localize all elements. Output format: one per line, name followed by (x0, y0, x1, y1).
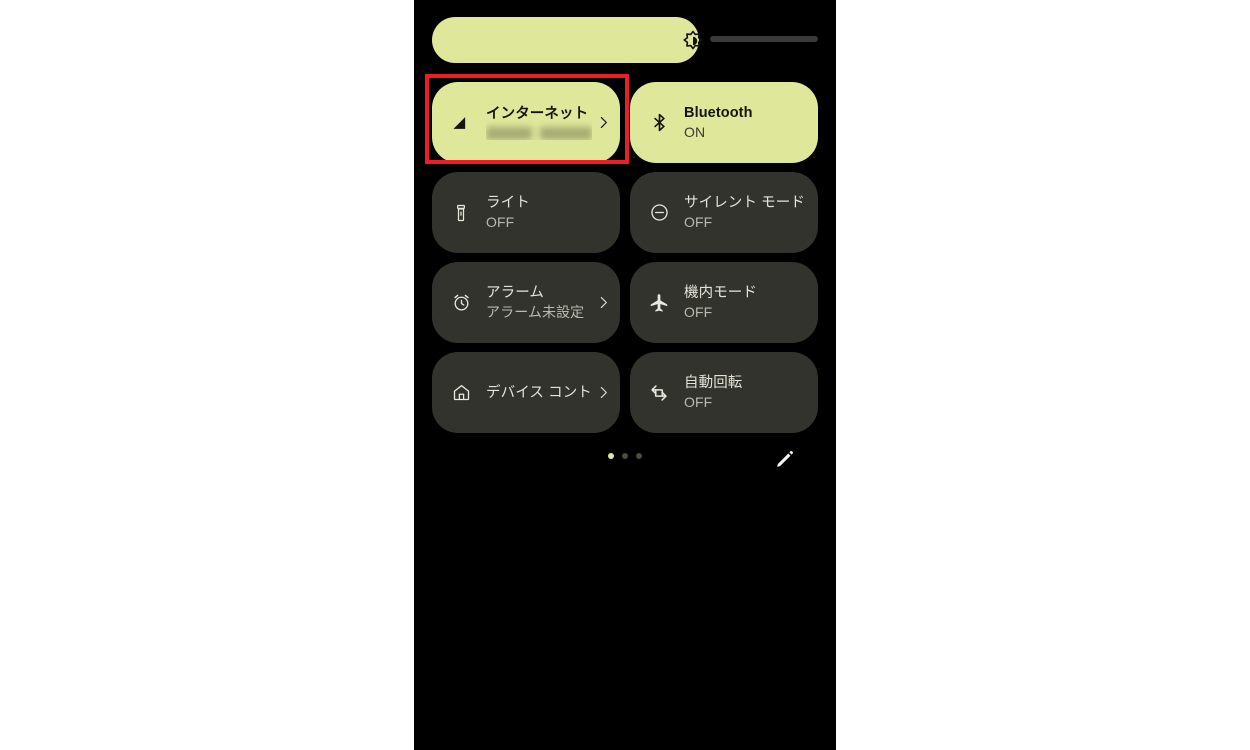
chevron-right-icon[interactable] (592, 384, 614, 401)
brightness-slider-track[interactable] (432, 17, 818, 63)
pencil-icon (777, 450, 794, 467)
tile-auto-rotate-subtitle: OFF (684, 393, 713, 410)
tile-alarm-title: アラーム (486, 284, 544, 301)
tile-bluetooth-text: Bluetooth ON (684, 104, 818, 142)
brightness-icon (680, 27, 706, 53)
tile-internet[interactable]: インターネット (432, 82, 620, 163)
tile-flashlight-text: ライト OFF (486, 194, 620, 232)
brightness-slider-fill (432, 17, 699, 63)
tile-auto-rotate-text: 自動回転 OFF (684, 374, 818, 412)
tile-flashlight-title: ライト (486, 194, 530, 211)
tile-alarm-subtitle: アラーム未設定 (486, 303, 585, 320)
brightness-slider-remainder (710, 36, 818, 42)
page-indicator[interactable] (432, 453, 818, 459)
tile-bluetooth[interactable]: Bluetooth ON (630, 82, 818, 163)
page-dot-1[interactable] (608, 453, 614, 459)
tile-device-controls[interactable]: デバイス コント (432, 352, 620, 433)
tile-silent-mode-subtitle: OFF (684, 213, 713, 230)
tile-bluetooth-title: Bluetooth (684, 104, 753, 121)
tile-internet-text: インターネット (486, 105, 592, 140)
chevron-right-icon[interactable] (592, 294, 614, 311)
tile-flashlight[interactable]: ライト OFF (432, 172, 620, 253)
signal-cellular-icon (449, 111, 473, 135)
do-not-disturb-icon (647, 201, 671, 225)
page-dot-2[interactable] (622, 453, 628, 459)
tile-airplane-mode-title: 機内モード (684, 284, 757, 301)
tile-auto-rotate[interactable]: 自動回転 OFF (630, 352, 818, 433)
tile-row: インターネット Bluetooth ON (432, 82, 818, 163)
tile-internet-subtitle (486, 127, 592, 140)
tile-silent-mode-title: サイレント モード (684, 194, 805, 211)
brightness-slider[interactable] (432, 17, 818, 63)
tile-auto-rotate-title: 自動回転 (684, 374, 743, 391)
tile-row: デバイス コント 自動回転 OFF (432, 352, 818, 433)
tile-row: アラーム アラーム未設定 機内モード OFF (432, 262, 818, 343)
tile-silent-mode[interactable]: サイレント モード OFF (630, 172, 818, 253)
tile-device-controls-text: デバイス コント (486, 384, 592, 402)
flashlight-icon (449, 201, 473, 225)
tile-bluetooth-subtitle: ON (684, 123, 706, 140)
tile-internet-title: インターネット (486, 106, 589, 122)
tile-airplane-mode-text: 機内モード OFF (684, 284, 818, 322)
tile-flashlight-subtitle: OFF (486, 213, 515, 230)
home-icon (449, 381, 473, 405)
airplane-icon (647, 291, 671, 315)
edit-tiles-button[interactable] (774, 448, 796, 470)
quick-settings-tile-grid: インターネット Bluetooth ON ライト OFF サイレント モード O… (432, 82, 818, 442)
quick-settings-panel: インターネット Bluetooth ON ライト OFF サイレント モード O… (414, 0, 836, 750)
tile-airplane-mode[interactable]: 機内モード OFF (630, 262, 818, 343)
tile-alarm-text: アラーム アラーム未設定 (486, 284, 592, 322)
tile-row: ライト OFF サイレント モード OFF (432, 172, 818, 253)
auto-rotate-icon (647, 381, 671, 405)
tile-device-controls-title: デバイス コント (486, 384, 592, 401)
alarm-clock-icon (449, 291, 473, 315)
bluetooth-icon (647, 111, 671, 135)
tile-silent-mode-text: サイレント モード OFF (684, 194, 818, 232)
chevron-right-icon[interactable] (592, 114, 614, 131)
tile-airplane-mode-subtitle: OFF (684, 303, 713, 320)
tile-alarm[interactable]: アラーム アラーム未設定 (432, 262, 620, 343)
page-dot-3[interactable] (636, 453, 642, 459)
quick-settings-footer (432, 445, 818, 475)
